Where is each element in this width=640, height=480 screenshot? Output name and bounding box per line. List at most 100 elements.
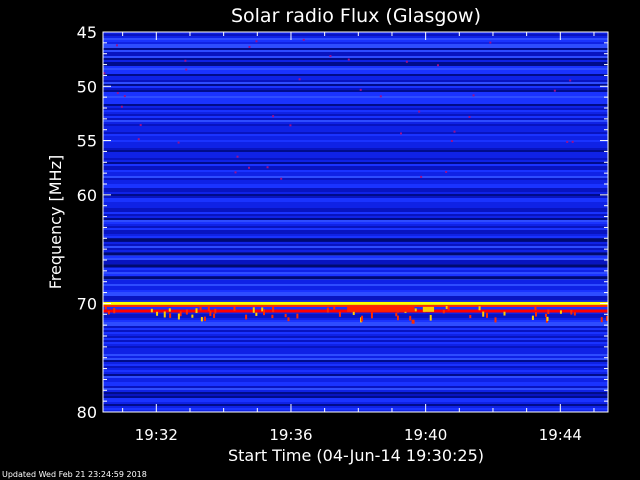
y-tick-label: 70	[77, 294, 97, 313]
speckle	[255, 312, 258, 316]
speckle	[287, 317, 290, 322]
spectrogram-row	[103, 382, 608, 384]
speckle	[338, 311, 341, 317]
spectrogram-row	[103, 406, 608, 408]
spectrogram-row	[103, 136, 608, 138]
spectrogram-row	[103, 408, 608, 410]
spectrogram-row	[103, 286, 608, 288]
spectrogram-row	[103, 246, 608, 248]
spectrogram-row	[103, 236, 608, 238]
speckle	[453, 130, 456, 133]
spectrogram-row	[103, 124, 608, 126]
speckle	[359, 88, 362, 91]
spectrogram-row	[103, 292, 608, 294]
spectrogram-row	[103, 398, 608, 400]
speckle	[298, 78, 301, 81]
speckle	[482, 311, 485, 317]
spectrogram-row	[103, 132, 608, 134]
spectrogram-row	[103, 146, 608, 148]
spectrogram-row	[103, 40, 608, 42]
spectrogram-row	[103, 144, 608, 146]
spectrogram-row	[103, 148, 608, 150]
spectrogram-row	[103, 38, 608, 40]
speckle	[195, 308, 198, 314]
speckle	[414, 308, 417, 312]
spectrogram-row	[103, 164, 608, 166]
speckle	[103, 72, 106, 75]
spectrogram-row	[103, 46, 608, 48]
speckle	[436, 64, 439, 67]
spectrogram-row	[103, 272, 608, 274]
speckle	[569, 79, 572, 82]
x-tick-label: 19:32	[135, 426, 178, 444]
y-tick-label: 80	[77, 403, 97, 422]
spectrogram-row	[103, 222, 608, 224]
x-tick-label: 19:36	[269, 426, 312, 444]
speckle	[450, 139, 453, 142]
spectrogram-row	[103, 342, 608, 344]
speckle	[139, 124, 142, 127]
spectrogram-row	[103, 348, 608, 350]
spectrogram-row	[103, 358, 608, 360]
spectrogram-row	[103, 346, 608, 348]
spectrogram-row	[103, 98, 608, 100]
spectrogram-row	[103, 84, 608, 86]
spectrogram-row	[103, 282, 608, 284]
spectrogram-row	[103, 244, 608, 246]
spectrogram-row	[103, 384, 608, 386]
spectrogram-row	[103, 328, 608, 330]
speckle	[104, 305, 107, 310]
spectrogram-row	[103, 88, 608, 90]
spectrogram-row	[103, 190, 608, 192]
spectrogram-row	[103, 74, 608, 76]
spectrogram-row	[103, 44, 608, 46]
speckle	[203, 316, 206, 322]
y-axis-label: Frequency [MHz]	[46, 155, 65, 289]
x-tick-label: 19:40	[404, 426, 447, 444]
spectrogram-row	[103, 288, 608, 290]
speckle	[429, 314, 432, 321]
spectrogram-row	[103, 128, 608, 130]
speckle	[179, 311, 182, 317]
speckle	[534, 312, 537, 317]
emission-band-edge	[103, 304, 608, 307]
spectrogram-row	[103, 344, 608, 346]
heatmap-layer	[103, 32, 608, 412]
y-tick-label: 50	[77, 77, 97, 96]
spectrogram-row	[103, 108, 608, 110]
speckle	[284, 313, 287, 318]
spectrogram-figure: 19:32 19:36 19:40 19:44 45 50 55 60 70 80 Solar r…	[0, 0, 640, 480]
spectrogram-row	[103, 66, 608, 68]
spectrogram-row	[103, 186, 608, 188]
spectrogram-row	[103, 280, 608, 282]
speckle	[168, 308, 171, 312]
spectrogram-row	[103, 106, 608, 108]
spectrogram-row	[103, 202, 608, 204]
spectrogram-row	[103, 364, 608, 366]
speckle	[137, 138, 140, 141]
speckle	[395, 312, 398, 317]
speckle	[489, 41, 492, 44]
speckle	[302, 38, 305, 41]
spectrogram-row	[103, 154, 608, 156]
speckle	[156, 311, 159, 316]
y-tick-label: 55	[77, 132, 97, 151]
spectrogram-row	[103, 182, 608, 184]
speckle	[559, 310, 562, 314]
speckle	[418, 110, 421, 113]
spectrogram-row	[103, 362, 608, 364]
speckle	[207, 306, 210, 311]
spectrogram-row	[103, 134, 608, 136]
spectrogram-row	[103, 82, 608, 84]
emission-band	[103, 301, 608, 305]
speckle	[185, 309, 188, 315]
spectrogram-row	[103, 258, 608, 260]
speckle	[531, 315, 534, 320]
speckle	[600, 317, 603, 323]
spectrogram-row	[103, 86, 608, 88]
speckle	[566, 140, 569, 143]
speckle	[115, 44, 118, 47]
dark-band	[103, 252, 608, 256]
speckle	[494, 317, 497, 323]
spectrogram-row	[103, 72, 608, 74]
